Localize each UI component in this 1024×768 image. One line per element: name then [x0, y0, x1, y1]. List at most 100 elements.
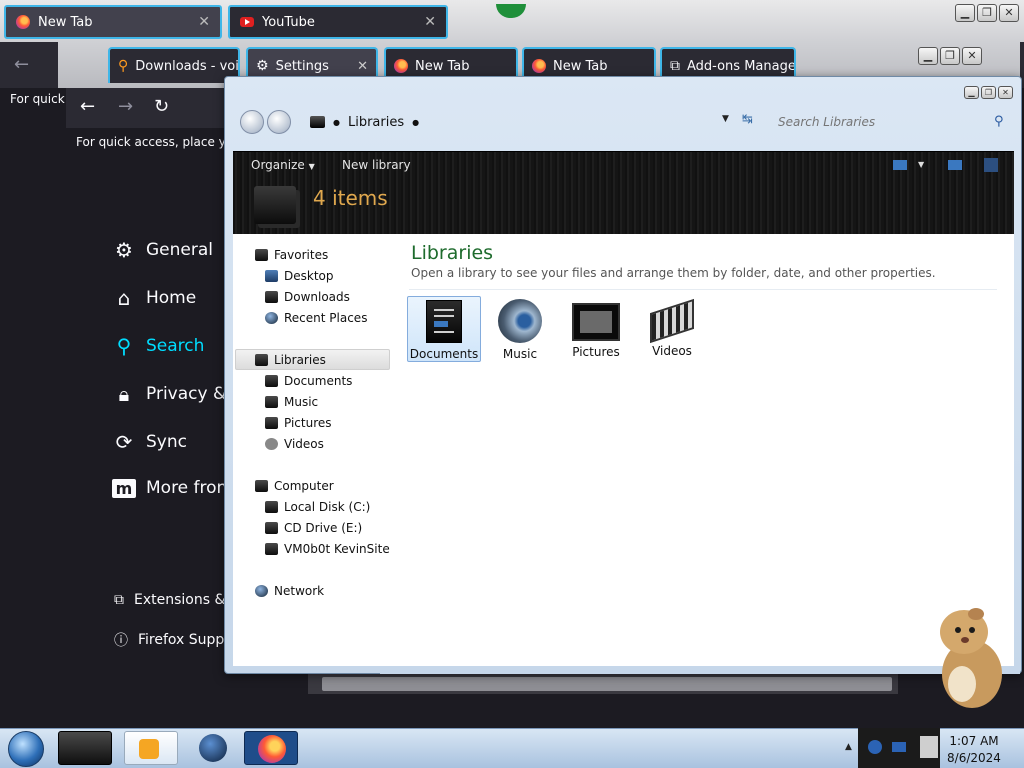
tree-label: Pictures	[284, 416, 332, 430]
tab-label: New Tab	[415, 58, 470, 74]
tree-label: Recent Places	[284, 311, 368, 325]
chevron-down-icon[interactable]: ▼	[918, 160, 924, 169]
tab-label: New Tab	[38, 14, 93, 30]
minimize-button[interactable]: ▁	[918, 47, 938, 65]
library-music[interactable]: Music	[483, 296, 557, 362]
scrollbar-thumb[interactable]	[322, 677, 892, 691]
search-input[interactable]	[770, 111, 1014, 133]
new-library-button[interactable]: New library	[342, 158, 411, 172]
tree-downloads[interactable]: Downloads	[265, 290, 350, 304]
tree-documents[interactable]: Documents	[265, 374, 352, 388]
organize-button[interactable]: Organize ▼	[251, 158, 315, 172]
search-icon[interactable]: ⚲	[994, 114, 1004, 129]
display-tray-icon[interactable]	[892, 742, 906, 752]
volume-tray-icon[interactable]	[920, 736, 938, 758]
tree-label: Desktop	[284, 269, 334, 283]
tree-music[interactable]: Music	[265, 395, 318, 409]
tree-recent-places[interactable]: Recent Places	[265, 311, 367, 325]
settings-nav-home[interactable]: ⌂ Home	[112, 286, 197, 310]
close-tab-icon[interactable]: ✕	[424, 14, 436, 30]
tree-local-disk[interactable]: Local Disk (C:)	[265, 500, 370, 514]
change-view-icon[interactable]	[893, 160, 907, 170]
tree-label: CD Drive (E:)	[284, 521, 363, 535]
tree-desktop[interactable]: Desktop	[265, 269, 334, 283]
close-button[interactable]: ✕	[998, 86, 1013, 99]
tab-downloads[interactable]: ⚲ Downloads - voic	[108, 47, 240, 83]
taskbar-clock[interactable]: 1:07 AM 8/6/2024	[944, 733, 1004, 767]
settings-nav-search[interactable]: ⚲ Search	[112, 334, 205, 358]
tab-youtube[interactable]: YouTube ✕	[228, 5, 448, 39]
firefox-icon	[16, 15, 30, 29]
nav-label: Sync	[146, 432, 187, 452]
maximize-button[interactable]: ❐	[940, 47, 960, 65]
settings-nav-general[interactable]: ⚙ General	[112, 238, 213, 262]
preview-pane-icon[interactable]	[948, 160, 962, 170]
taskbar-firefox-button[interactable]	[244, 731, 298, 765]
tree-label: Downloads	[284, 290, 350, 304]
maximize-button[interactable]: ❐	[981, 86, 996, 99]
tree-favorites[interactable]: Favorites	[255, 248, 328, 262]
settings-extensions-link[interactable]: ⧉ Extensions &	[114, 592, 225, 608]
tab-label: YouTube	[262, 14, 315, 30]
tree-label: Music	[284, 395, 319, 409]
firefox-icon	[394, 59, 408, 73]
libraries-large-icon	[254, 186, 296, 224]
breadcrumb-item[interactable]: Libraries	[348, 115, 404, 130]
taskbar-media-player-button[interactable]	[124, 731, 178, 765]
nav-label: More from	[146, 478, 234, 498]
close-button[interactable]: ✕	[962, 47, 982, 65]
taskbar-globe-button[interactable]	[186, 731, 240, 765]
network-drive-icon	[265, 543, 278, 555]
network-tray-icon[interactable]	[868, 740, 882, 754]
tab-label: Add-ons Manager	[687, 58, 796, 74]
tree-network[interactable]: Network	[255, 584, 324, 598]
maximize-button[interactable]: ❐	[977, 4, 997, 22]
help-icon[interactable]	[984, 158, 998, 172]
drive-icon	[265, 501, 278, 513]
tree-cd-drive[interactable]: CD Drive (E:)	[265, 521, 362, 535]
refresh-icon[interactable]: ↹	[742, 112, 753, 127]
star-icon	[255, 249, 268, 261]
back-arrow-icon[interactable]: ←	[14, 54, 29, 75]
speaker-icon	[498, 299, 542, 343]
close-tab-icon[interactable]: ✕	[198, 14, 210, 30]
tree-videos[interactable]: Videos	[265, 437, 324, 451]
library-label: Music	[502, 347, 538, 361]
settings-nav-more-from-mozilla[interactable]: m More from	[112, 478, 233, 498]
settings-support-link[interactable]: ⓘ Firefox Suppo	[114, 630, 233, 650]
settings-nav-sync[interactable]: ⟳ Sync	[112, 430, 187, 454]
back-arrow-icon[interactable]: ←	[80, 96, 95, 117]
firefox-back-tabstrip: New Tab ✕ YouTube ✕ ▁ ❐ ✕	[0, 0, 1024, 42]
library-pictures[interactable]: Pictures	[559, 296, 633, 362]
library-videos[interactable]: Videos	[635, 296, 709, 362]
forward-arrow-icon[interactable]: →	[118, 96, 133, 117]
start-button[interactable]	[8, 731, 44, 767]
tree-libraries[interactable]: Libraries	[255, 353, 326, 367]
settings-nav-privacy[interactable]: 🔒︎ Privacy & S	[112, 382, 243, 406]
media-player-icon	[139, 739, 159, 759]
close-tab-icon[interactable]: ✕	[357, 59, 368, 74]
taskbar-explorer-button[interactable]	[58, 731, 112, 765]
breadcrumb-separator-icon[interactable]: ●	[412, 118, 419, 127]
tray-expand-icon[interactable]: ▲	[845, 742, 852, 752]
reload-icon[interactable]: ↻	[154, 96, 169, 117]
minimize-button[interactable]: ▁	[955, 4, 975, 22]
recent-places-icon	[265, 312, 278, 324]
mozilla-icon: m	[112, 478, 136, 498]
close-button[interactable]: ✕	[999, 4, 1019, 22]
pictures-icon	[265, 417, 278, 429]
library-label: Documents	[409, 347, 479, 361]
tree-pictures[interactable]: Pictures	[265, 416, 332, 430]
forward-button[interactable]	[267, 110, 291, 134]
cd-drive-icon	[265, 522, 278, 534]
breadcrumb-separator-icon[interactable]: ●	[333, 118, 340, 127]
chevron-down-icon: ▼	[308, 162, 315, 171]
tree-computer[interactable]: Computer	[255, 479, 334, 493]
tab-new-tab[interactable]: New Tab ✕	[4, 5, 222, 39]
minimize-button[interactable]: ▁	[964, 86, 979, 99]
dropdown-chevron-icon[interactable]: ▼	[722, 114, 729, 124]
library-documents[interactable]: Documents	[407, 296, 481, 362]
back-button[interactable]	[240, 110, 264, 134]
address-breadcrumb[interactable]: ● Libraries ●	[310, 112, 710, 132]
tree-network-drive[interactable]: VM0b0t KevinSite	[265, 542, 390, 556]
